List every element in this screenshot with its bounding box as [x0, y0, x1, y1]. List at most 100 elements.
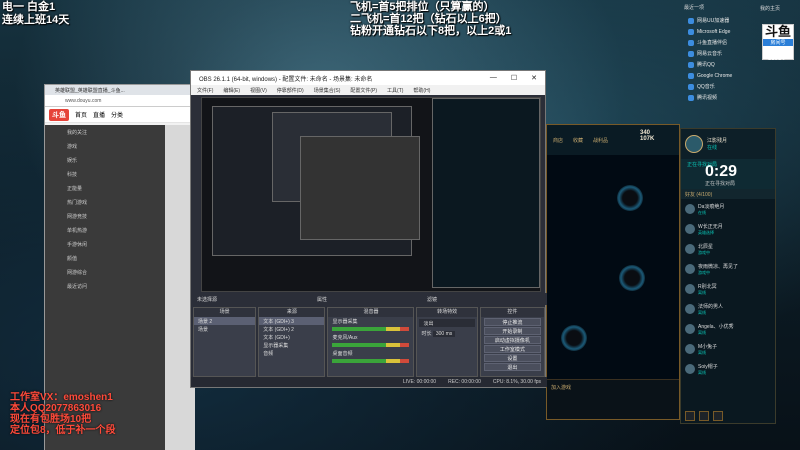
nav-live[interactable]: 直播 — [93, 110, 105, 119]
sidebar-item[interactable]: 网游综合 — [45, 265, 165, 279]
menu-item[interactable]: 配置文件(P) — [350, 87, 377, 94]
desktop-shortcut[interactable]: 网易UU加速器 — [680, 15, 752, 26]
close-icon[interactable]: ✕ — [531, 74, 537, 82]
desktop-header-right: 我的主页 — [760, 6, 781, 12]
desktop-shortcut[interactable]: 斗鱼直播伴侣 — [680, 37, 752, 48]
maximize-icon[interactable]: ☐ — [511, 74, 517, 82]
friend-avatar — [685, 204, 695, 214]
desktop-shortcut[interactable]: 腾讯视频 — [680, 92, 752, 103]
friend-item[interactable]: M小兔子 离线 — [681, 339, 775, 359]
promo-line: 现在有包胜场10把 — [10, 414, 92, 425]
obs-title-text: OBS 26.1.1 (64-bit, windows) - 配置文件: 未命名… — [199, 76, 373, 83]
menu-item[interactable]: 场景集合(S) — [314, 87, 341, 94]
dock-title: 混音器 — [328, 308, 414, 317]
properties-button[interactable]: 属性 — [317, 296, 327, 303]
friend-avatar — [685, 344, 695, 354]
nav-loot[interactable]: 战利品 — [593, 137, 608, 144]
menu-item[interactable]: 帮助(H) — [413, 87, 430, 94]
friend-item[interactable]: R别北冥 离线 — [681, 279, 775, 299]
desktop-shortcut[interactable]: 网易云音乐 — [680, 48, 752, 59]
sidebar-item[interactable]: 热门游戏 — [45, 195, 165, 209]
obs-window[interactable]: OBS 26.1.1 (64-bit, windows) - 配置文件: 未命名… — [190, 70, 547, 388]
friend-item[interactable]: W长正无月 英雄选择 — [681, 219, 775, 239]
control-button[interactable]: 工作室模式 — [483, 345, 542, 353]
add-friend-icon[interactable] — [699, 411, 709, 421]
friend-avatar — [685, 244, 695, 254]
nav-collection[interactable]: 收藏 — [573, 137, 583, 144]
desktop-shortcut[interactable]: Google Chrome — [680, 70, 752, 81]
obs-menubar: 文件(F) 编辑(E) 视图(V) 停靠部件(D) 场景集合(S) 配置文件(P) 工具(T… — [191, 85, 545, 95]
sidebar-item[interactable]: 手游休闲 — [45, 237, 165, 251]
chat-icon[interactable] — [685, 411, 695, 421]
desktop-shortcut[interactable]: Microsoft Edge — [680, 26, 752, 37]
sidebar-item[interactable]: 颜值 — [45, 251, 165, 265]
control-button[interactable]: 停止推流 — [483, 318, 542, 326]
control-button[interactable]: 退出 — [483, 363, 542, 371]
control-button[interactable]: 启动虚拟摄像机 — [483, 336, 542, 344]
join-label[interactable]: 加入游戏 — [547, 380, 679, 395]
menu-item[interactable]: 编辑(E) — [223, 87, 240, 94]
sidebar-item[interactable]: 网游竞技 — [45, 209, 165, 223]
site-logo[interactable]: 斗鱼 — [49, 108, 69, 121]
friend-item[interactable]: Soiy帽子 离线 — [681, 359, 775, 379]
sidebar-item[interactable]: 正能量 — [45, 181, 165, 195]
source-item[interactable]: 显示器采集 — [259, 341, 324, 349]
desktop-scene: 电一 白金1 连续上班14天 飞机=首5把排位（只算赢的） 二飞机=首12把（钻… — [0, 0, 800, 450]
settings-icon[interactable] — [713, 411, 723, 421]
menu-item[interactable]: 工具(T) — [387, 87, 403, 94]
control-button[interactable]: 开始录制 — [483, 327, 542, 335]
sidebar-item[interactable]: 单机热游 — [45, 223, 165, 237]
friend-item[interactable]: 北辰星 游戏中 — [681, 239, 775, 259]
source-item[interactable]: 文本 (GDI+) 2 — [259, 325, 324, 333]
friend-item[interactable]: 夜雨微凉、再见了 游戏中 — [681, 259, 775, 279]
live-status: LIVE: 00:00:00 — [403, 379, 437, 385]
filters-button[interactable]: 滤镜 — [427, 296, 437, 303]
source-item[interactable]: 文本 (GDI+) — [259, 333, 324, 341]
menu-item[interactable]: 视图(V) — [250, 87, 267, 94]
volume-meter — [332, 359, 410, 363]
obs-preview[interactable] — [201, 97, 541, 292]
transition-select[interactable]: 淡出 — [419, 319, 475, 327]
sidebar-item[interactable]: 最近访问 — [45, 279, 165, 293]
minimize-icon[interactable]: — — [490, 74, 497, 82]
menu-item[interactable]: 文件(F) — [197, 87, 213, 94]
friend-status: 英雄选择 — [698, 229, 714, 235]
friend-name: R别北冥 — [698, 283, 717, 290]
friends-section-header[interactable]: 好友 (4/100) — [681, 189, 775, 199]
nav-category[interactable]: 分类 — [111, 110, 123, 119]
nav-home[interactable]: 首页 — [75, 110, 87, 119]
mixer-label: 显示器采集 — [332, 319, 358, 325]
friends-panel: 江影残月 在线 正在寻找对局 0:29 正在寻找对局 好友 (4/100) Da… — [680, 128, 776, 424]
scene-item[interactable]: 场景 — [194, 325, 255, 333]
shortcut-label: Microsoft Edge — [697, 28, 731, 35]
game-nav: 商店 收藏 战利品 — [547, 125, 679, 155]
browser-tab[interactable]: 英雄联盟_英雄联盟直播_斗鱼... — [45, 85, 193, 95]
desktop-shortcut[interactable]: 腾讯QQ — [680, 59, 752, 70]
sidebar-item[interactable]: 游戏 — [45, 139, 165, 153]
duration-row: 时长 300 ms — [417, 329, 476, 337]
friend-item[interactable]: 法师的男人 离线 — [681, 299, 775, 319]
desktop-shortcut[interactable]: QQ音乐 — [680, 81, 752, 92]
profile-header[interactable]: 江影残月 在线 — [681, 129, 775, 159]
duration-input[interactable]: 300 ms — [432, 331, 456, 337]
shortcut-label: 斗鱼直播伴侣 — [697, 40, 728, 46]
queue-timer-box[interactable]: 正在寻找对局 0:29 正在寻找对局 — [681, 159, 775, 189]
nav-store[interactable]: 商店 — [553, 137, 563, 144]
logo-text: 斗鱼 — [764, 24, 791, 39]
source-label: 显示器采集 — [263, 343, 289, 349]
source-item[interactable]: 文本 (GDI+) 3 — [259, 317, 325, 325]
riot-points: 107K — [640, 136, 655, 142]
friend-item[interactable]: Angela、小优秀 离线 — [681, 319, 775, 339]
sidebar-item[interactable]: 娱乐 — [45, 153, 165, 167]
friend-item[interactable]: Da淡痕绝月 在线 — [681, 199, 775, 219]
scene-item[interactable]: 场景 2 — [194, 317, 256, 325]
source-item[interactable]: 音频 — [259, 349, 324, 357]
menu-item[interactable]: 停靠部件(D) — [277, 87, 304, 94]
control-button[interactable]: 设置 — [483, 354, 542, 362]
map-orb — [617, 185, 643, 211]
sidebar-item[interactable]: 科技 — [45, 167, 165, 181]
sidebar-item[interactable]: 我的关注 — [45, 125, 165, 139]
avatar[interactable] — [685, 135, 703, 153]
address-bar[interactable]: www.douyu.com — [45, 95, 193, 107]
shortcut-label: Google Chrome — [697, 72, 733, 79]
